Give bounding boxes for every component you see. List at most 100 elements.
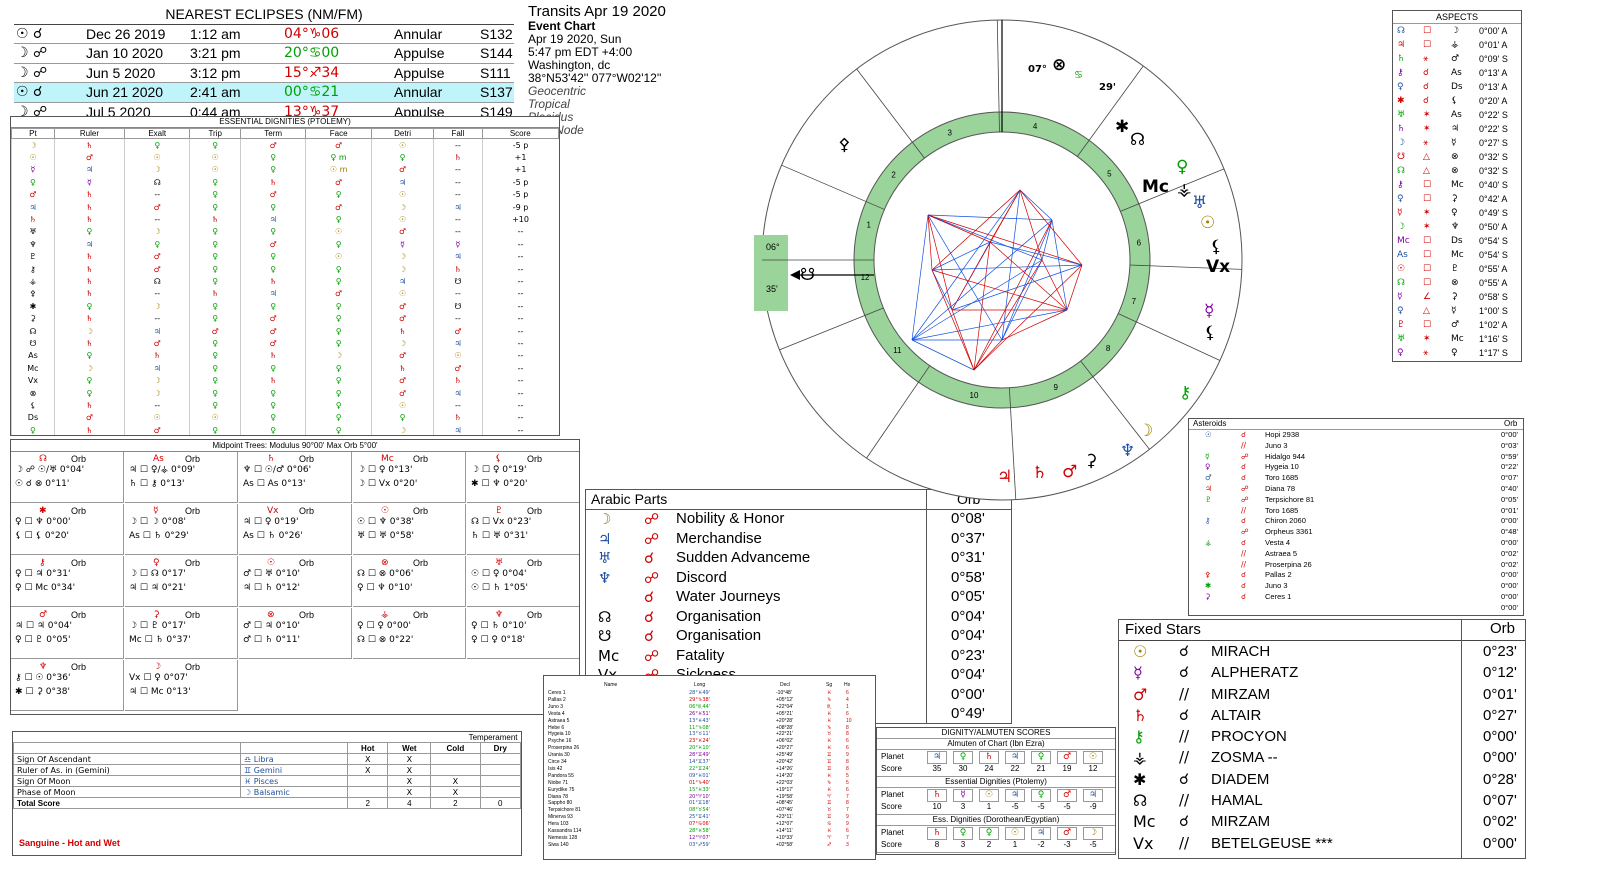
- arabic-aspect: ☌: [644, 607, 655, 626]
- aspect-p1: ♄: [1397, 124, 1406, 134]
- eclipse-date: Dec 26 2019: [86, 26, 166, 42]
- dignities-cell: --: [481, 374, 559, 387]
- temperament-row: Sign Of Ascendant ♎ Libra X X: [13, 753, 521, 765]
- ast-name: Diana 78: [548, 793, 569, 800]
- aspect-orb: 0°42' A: [1479, 194, 1508, 204]
- midpoint-head: ♄: [267, 454, 276, 464]
- star-name: MIRACH: [1211, 643, 1271, 660]
- ast-long: 26°♓51': [689, 710, 711, 717]
- eclipse-time: 1:12 am: [190, 26, 241, 42]
- arabic-aspect: ☍: [644, 646, 660, 665]
- midpoint-cell: ⚶ Orb ♀ ☐ ♀ 0°00' ☊ ☐ ⊗ 0°22': [353, 608, 466, 659]
- house-number: 3: [947, 128, 952, 137]
- aspect-p2: ♀: [1451, 208, 1458, 218]
- midpoint-orb-label: Orb: [71, 506, 87, 516]
- dignities-cell: ☉: [305, 225, 372, 239]
- almuten-planet: ♄: [927, 789, 947, 802]
- asteroid-orb: 0°00': [1501, 570, 1518, 580]
- aspect-row: ☊ ☐ ☽ 0°00' A: [1393, 24, 1521, 38]
- midpoint-orb-label: Orb: [413, 454, 429, 464]
- almuten-score: -5: [1011, 802, 1019, 811]
- aspect-row: ♀ ☐ ⚳ 0°42' A: [1393, 192, 1521, 206]
- dignities-cell: ♄: [239, 275, 306, 288]
- midpoint-head: ⊗: [381, 558, 389, 568]
- wheel-label: ♀: [1176, 157, 1188, 177]
- aspect-row: ☽ ✶ ♆ 0°50' A: [1393, 220, 1521, 234]
- aspect-p1: ☽: [1397, 222, 1406, 232]
- dignities-cell: ♀: [370, 411, 434, 424]
- midpoint-line: Vx ☐ ♀ 0°07': [129, 673, 188, 683]
- dignities-row: ⚴ ♄ -- ♄ ♃ ♂ ☉ -- --: [11, 287, 559, 301]
- aspect-p1: ♀: [1397, 306, 1404, 316]
- temperament-cell: X: [387, 764, 432, 776]
- dignities-cell: ♀: [305, 213, 372, 226]
- aspect-row: ☽ ⚹ ☿ 0°27' S: [1393, 136, 1521, 150]
- midpoint-head: ⚳: [153, 610, 160, 620]
- aspect-type: ☐: [1423, 194, 1432, 204]
- star-name: ALTAIR: [1211, 706, 1262, 724]
- almuten-planet: ♃: [1005, 751, 1025, 764]
- ast-name: Pallas 2: [548, 696, 566, 703]
- midpoint-line: ♀ ☐ ♄ 0°10': [471, 621, 527, 631]
- dignities-cell: ♀: [123, 138, 190, 152]
- ast-decl: +08°28': [776, 724, 793, 731]
- dignities-cell: +1: [481, 163, 559, 177]
- dignities-cell: ♃: [370, 176, 434, 189]
- arabic-part-name: Organisation: [676, 607, 762, 625]
- almuten-planet: ♀: [953, 751, 973, 764]
- ast-long: 13°♉11': [689, 731, 711, 738]
- aspect-orb: 0°09' S: [1479, 54, 1508, 64]
- wheel-label: Mc: [1142, 177, 1169, 197]
- eclipse-symbol: ☉ ☌: [16, 84, 43, 101]
- aspect-p2: ♆: [1451, 222, 1460, 232]
- ast-decl: +07°46': [776, 807, 793, 814]
- arabic-orb: 0°58': [951, 568, 985, 586]
- dignities-cell: ♄: [53, 337, 125, 350]
- dignities-cell: ♄: [433, 411, 483, 424]
- aspect-p2: ♀: [1451, 348, 1458, 358]
- aspect-p2: ☿: [1451, 306, 1457, 316]
- aspect-p2: Mc: [1451, 334, 1464, 344]
- midpoint-orb-label: Orb: [299, 454, 315, 464]
- ast-decl: +22°03': [776, 779, 793, 786]
- dignities-cell: ♄: [239, 349, 306, 363]
- temperament-cell: X: [346, 753, 389, 765]
- dignities-row: ☿ ♃ ☽ ☉ ♀ ☉ m ♂ -- +1: [11, 163, 559, 177]
- aspect-row: ☋ △ ⊗ 0°32' S: [1393, 150, 1521, 164]
- aspect-orb: 0°32' S: [1479, 166, 1508, 176]
- star-name: PROCYON: [1211, 728, 1287, 746]
- stars-orb-header: Orb: [1461, 620, 1515, 640]
- dignities-cell: ♀: [189, 300, 241, 313]
- star-name: DIADEM: [1211, 770, 1270, 788]
- aspect-orb: 1°02' A: [1479, 320, 1508, 330]
- aspect-p2: Mc: [1451, 180, 1464, 190]
- dignities-cell: ♀: [305, 312, 372, 325]
- ast-house: 8: [846, 731, 849, 738]
- almuten-planet: ♀: [1031, 789, 1051, 802]
- house-number: 11: [893, 346, 902, 355]
- ast-decl: +10°33': [776, 834, 793, 841]
- almuten-score: 1: [1012, 840, 1018, 849]
- dignities-cell: ♀: [239, 300, 306, 313]
- aspect-p2: ⚳: [1451, 292, 1458, 302]
- ast-long: 08°♉54': [689, 807, 711, 814]
- ast-row: Eurydike 75 15°♓33' +19°17' ♓ 6: [544, 787, 875, 793]
- temperament-cell: [479, 775, 521, 787]
- dignities-cell: ♄: [53, 250, 125, 263]
- ast-sign: ♊: [827, 759, 832, 765]
- arabic-part-row: ♅ ☌ Sudden Advanceme 0°31': [586, 549, 1011, 569]
- arabic-part-row: ♆ ☍ Discord 0°58': [586, 569, 1011, 589]
- star-orb: 0°02': [1483, 813, 1517, 831]
- dignities-cell: ☿: [433, 238, 483, 251]
- fixed-star-row: ☉ ☌ MIRACH 0°23': [1119, 641, 1525, 662]
- dignities-cell: ♀: [189, 362, 241, 375]
- dignities-cell: ♃: [239, 287, 306, 301]
- dignities-col-header: Fall: [433, 128, 483, 139]
- arabic-title: Arabic Parts: [591, 491, 668, 507]
- dignities-cell: ☽: [123, 386, 190, 400]
- ast-sign: ♐: [827, 841, 832, 848]
- eclipse-position: 00°♋21: [284, 84, 340, 101]
- almuten-score: 30: [958, 764, 968, 773]
- almuten-planet: ♀: [953, 827, 973, 840]
- dignities-cell: ♄: [189, 287, 241, 301]
